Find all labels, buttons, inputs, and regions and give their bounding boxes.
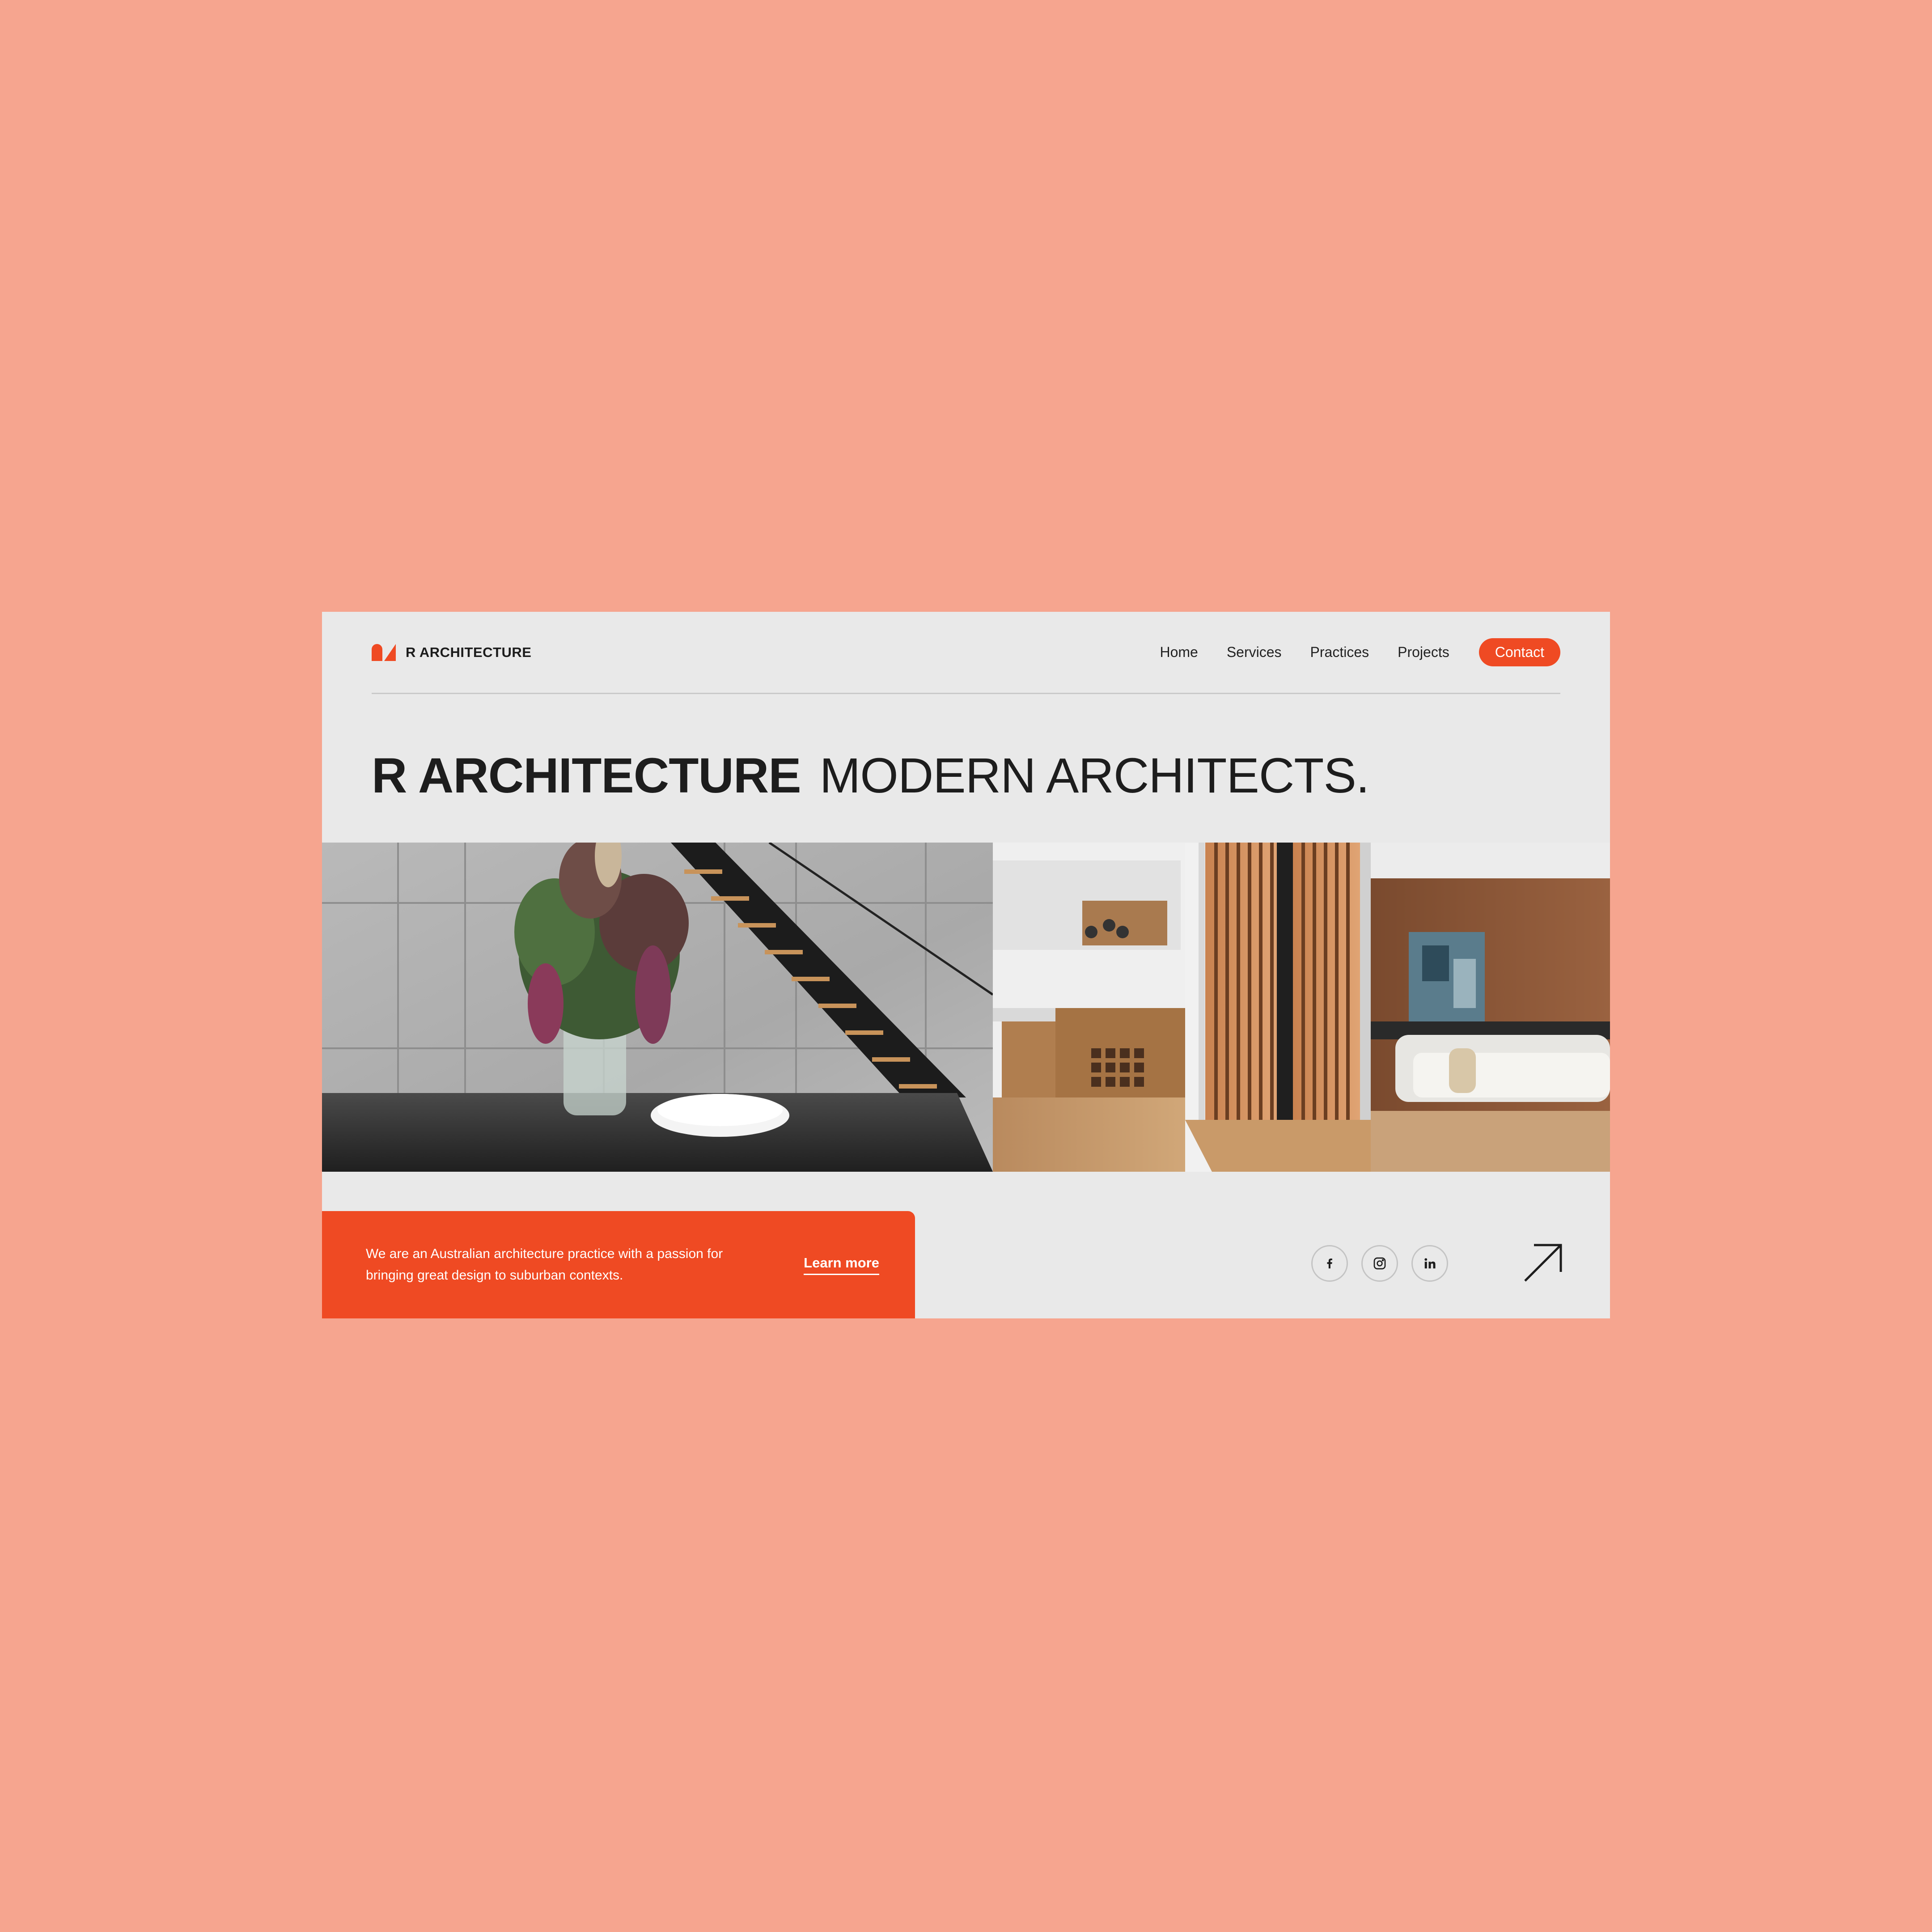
- nav-practices[interactable]: Practices: [1310, 644, 1369, 661]
- scene-kitchen: [993, 843, 1212, 1172]
- instagram-icon[interactable]: [1361, 1245, 1398, 1282]
- main-nav: Home Services Practices Projects Contact: [1160, 638, 1560, 666]
- hero-image: [322, 843, 1610, 1172]
- nav-home[interactable]: Home: [1160, 644, 1198, 661]
- brand-name: R ARCHITECTURE: [406, 644, 532, 660]
- linkedin-icon[interactable]: [1411, 1245, 1448, 1282]
- info-text: We are an Australian architecture practi…: [366, 1246, 723, 1283]
- r-architecture-logo-icon: [372, 644, 396, 661]
- nav-projects[interactable]: Projects: [1398, 644, 1449, 661]
- contact-button[interactable]: Contact: [1479, 638, 1560, 666]
- learn-more-link[interactable]: Learn more: [804, 1255, 879, 1275]
- info-banner: We are an Australian architecture practi…: [322, 1211, 915, 1318]
- website-frame: R ARCHITECTURE Home Services Practices P…: [322, 612, 1610, 1318]
- site-header: R ARCHITECTURE Home Services Practices P…: [372, 612, 1560, 694]
- scene-living-room: [1371, 843, 1610, 1172]
- brand[interactable]: R ARCHITECTURE: [372, 644, 531, 661]
- arrow-up-right-icon[interactable]: [1522, 1242, 1563, 1284]
- hero-illustration: [322, 843, 1610, 1172]
- facebook-icon[interactable]: [1311, 1245, 1348, 1282]
- scene-timber-screen: [1185, 843, 1391, 1172]
- page-headline: R ARCHITECTURE MODERN ARCHITECTS.: [372, 751, 1369, 801]
- headline-bold: R ARCHITECTURE: [372, 748, 801, 803]
- social-links: [1311, 1245, 1448, 1282]
- headline-light: MODERN ARCHITECTS.: [819, 748, 1370, 803]
- nav-services[interactable]: Services: [1227, 644, 1282, 661]
